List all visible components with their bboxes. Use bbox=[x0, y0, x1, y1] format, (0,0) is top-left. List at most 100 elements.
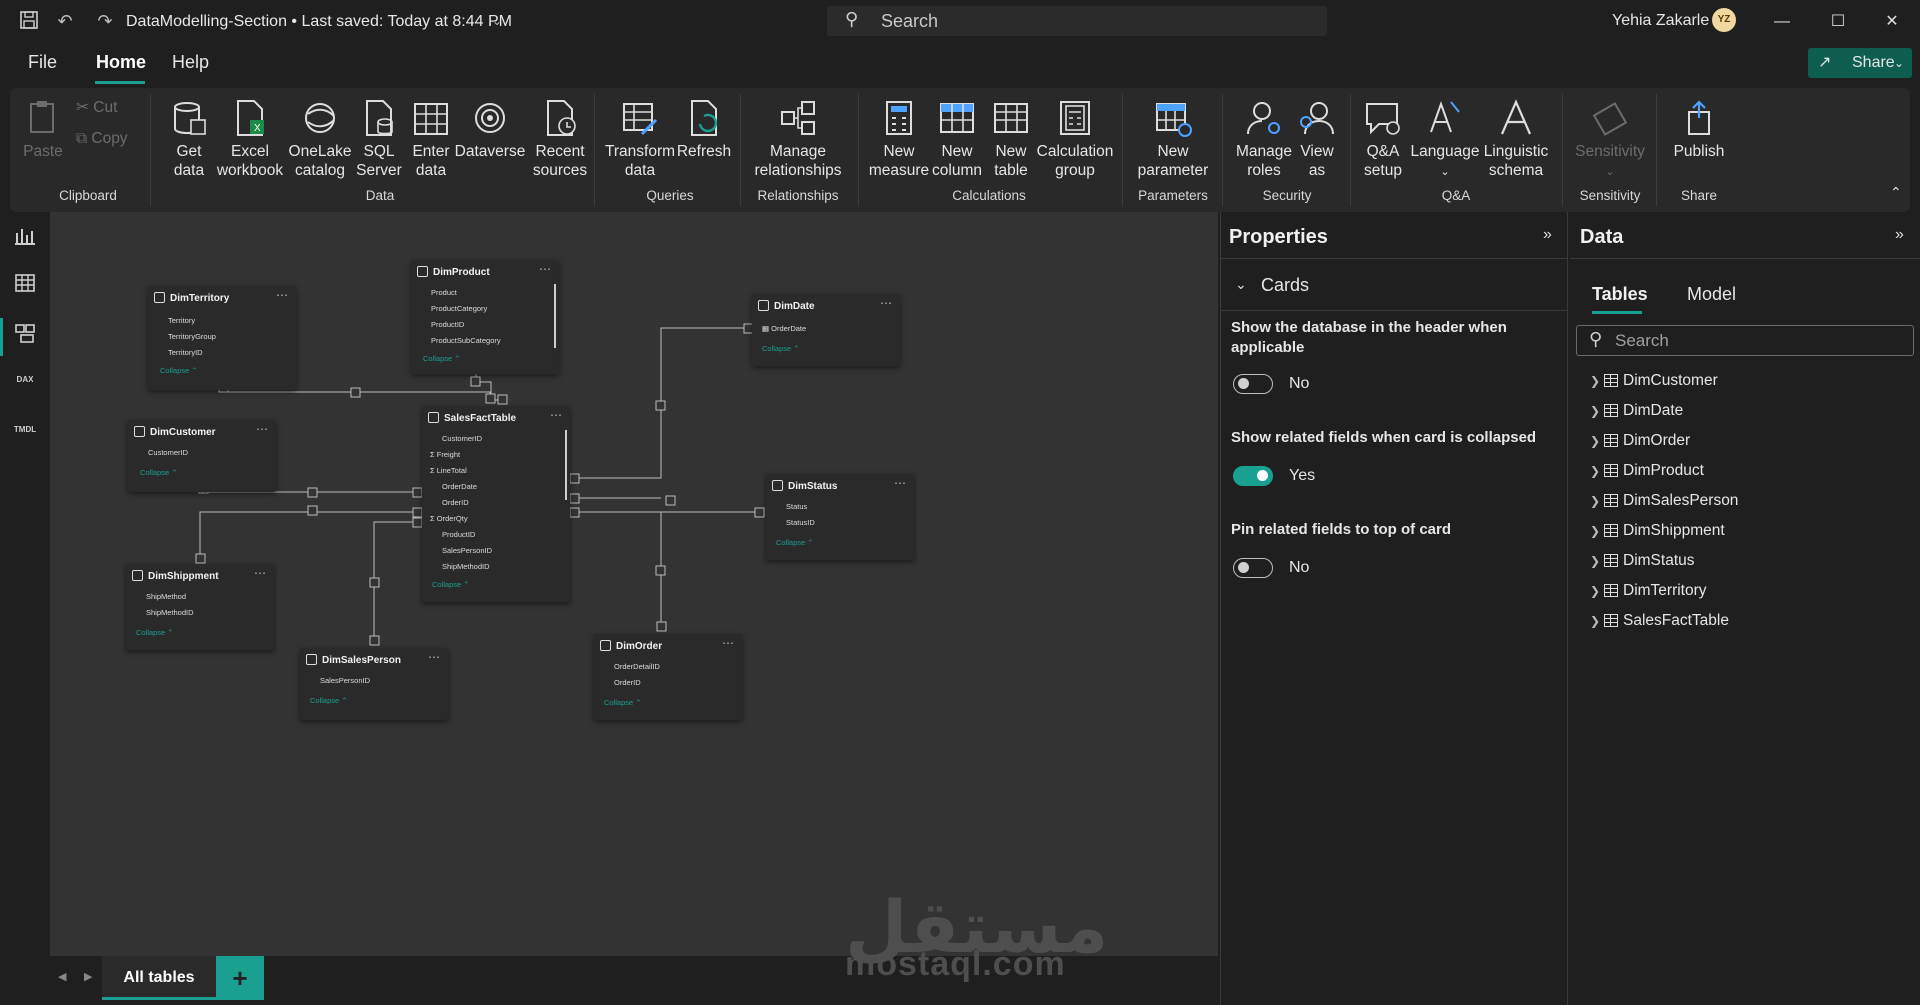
minimize-icon[interactable]: — bbox=[1767, 8, 1797, 36]
sql-server-button[interactable]: SQL Server bbox=[354, 98, 404, 180]
more-options-icon[interactable]: ⋯ bbox=[550, 408, 562, 422]
field[interactable]: ShipMethodID bbox=[442, 562, 490, 571]
table-card-dimcustomer[interactable]: DimCustomer ⋯ CustomerID Collapse ⌃ bbox=[128, 420, 276, 492]
collapse-ribbon-icon[interactable]: ⌃ bbox=[1890, 184, 1902, 201]
field[interactable]: OrderID bbox=[442, 498, 469, 507]
collapse-link[interactable]: Collapse ⌃ bbox=[776, 538, 814, 547]
field[interactable]: ProductID bbox=[431, 320, 464, 329]
table-item[interactable]: ❯ DimSalesPerson bbox=[1590, 492, 1738, 510]
maximize-icon[interactable]: ☐ bbox=[1823, 8, 1853, 36]
search-input[interactable]: ⚲ Search bbox=[827, 6, 1327, 36]
avatar[interactable]: YZ bbox=[1712, 8, 1736, 32]
share-button[interactable]: ↗ Share ⌄ bbox=[1808, 48, 1912, 78]
table-card-dimorder[interactable]: DimOrder ⋯ OrderDetailID OrderID Collaps… bbox=[594, 634, 742, 720]
collapse-link[interactable]: Collapse ⌃ bbox=[136, 628, 174, 637]
table-card-dimshippment[interactable]: DimShippment ⋯ ShipMethod ShipMethodID C… bbox=[126, 564, 274, 650]
menu-help[interactable]: Help bbox=[172, 52, 209, 73]
field[interactable]: CustomerID bbox=[442, 434, 482, 443]
chevron-down-icon[interactable]: ⌄ bbox=[1235, 276, 1247, 293]
add-layout-button[interactable]: + bbox=[216, 956, 264, 1000]
field[interactable]: SalesPersonID bbox=[442, 546, 492, 555]
cut-button[interactable]: ✂ Cut bbox=[76, 98, 117, 117]
field[interactable]: OrderDate bbox=[442, 482, 477, 491]
data-search-input[interactable]: ⚲ Search bbox=[1576, 325, 1914, 356]
field[interactable]: SalesPersonID bbox=[320, 676, 370, 685]
paste-button[interactable]: Paste bbox=[18, 98, 68, 161]
field[interactable]: CustomerID bbox=[148, 448, 188, 457]
field[interactable]: StatusID bbox=[786, 518, 815, 527]
table-item[interactable]: ❯ SalesFactTable bbox=[1590, 612, 1729, 630]
collapse-pane-icon[interactable]: » bbox=[1543, 226, 1552, 244]
calculation-group-button[interactable]: Calculation group bbox=[1032, 98, 1118, 180]
collapse-pane-icon[interactable]: » bbox=[1895, 226, 1904, 244]
field[interactable]: Product bbox=[431, 288, 457, 297]
excel-workbook-button[interactable]: X Excel workbook bbox=[210, 98, 290, 180]
field[interactable]: OrderID bbox=[614, 678, 641, 687]
tab-tables[interactable]: Tables bbox=[1592, 284, 1648, 305]
copy-button[interactable]: ⧉ Copy bbox=[76, 129, 128, 148]
field[interactable]: TerritoryGroup bbox=[168, 332, 216, 341]
table-card-dimproduct[interactable]: DimProduct ⋯ Product ProductCategory Pro… bbox=[411, 260, 559, 374]
field[interactable]: ProductCategory bbox=[431, 304, 487, 313]
table-card-dimterritory[interactable]: DimTerritory ⋯ Territory TerritoryGroup … bbox=[148, 286, 296, 390]
undo-icon[interactable]: ↶ bbox=[54, 10, 76, 32]
cards-section-header[interactable]: Cards bbox=[1261, 275, 1309, 296]
manage-roles-button[interactable]: Manage roles bbox=[1232, 98, 1296, 180]
refresh-button[interactable]: Refresh bbox=[674, 98, 734, 161]
onelake-catalog-button[interactable]: OneLake catalog bbox=[280, 98, 360, 180]
more-options-icon[interactable]: ⋯ bbox=[256, 422, 268, 436]
dataverse-button[interactable]: Dataverse bbox=[450, 98, 530, 161]
collapse-link[interactable]: Collapse ⌃ bbox=[604, 698, 642, 707]
field[interactable]: Status bbox=[786, 502, 807, 511]
table-card-dimstatus[interactable]: DimStatus ⋯ Status StatusID Collapse ⌃ bbox=[766, 474, 914, 560]
field[interactable]: Σ OrderQty bbox=[430, 514, 468, 523]
linguistic-schema-button[interactable]: Linguistic schema bbox=[1476, 98, 1556, 180]
field[interactable]: ShipMethodID bbox=[146, 608, 194, 617]
sensitivity-button[interactable]: Sensitivity ⌄ bbox=[1570, 98, 1650, 182]
menu-file[interactable]: File bbox=[28, 52, 57, 73]
enter-data-button[interactable]: Enter data bbox=[406, 98, 456, 180]
collapse-link[interactable]: Collapse ⌃ bbox=[310, 696, 348, 705]
language-button[interactable]: Language ⌄ bbox=[1410, 98, 1480, 182]
manage-relationships-button[interactable]: Manage relationships bbox=[748, 98, 848, 180]
table-view-icon[interactable] bbox=[12, 272, 38, 298]
model-view-icon[interactable] bbox=[12, 322, 38, 348]
field[interactable]: ProductSubCategory bbox=[431, 336, 501, 345]
table-item[interactable]: ❯ DimStatus bbox=[1590, 552, 1695, 570]
collapse-link[interactable]: Collapse ⌃ bbox=[432, 580, 470, 589]
scroll-left-icon[interactable]: ◀ bbox=[58, 970, 66, 983]
table-item[interactable]: ❯ DimProduct bbox=[1590, 462, 1704, 480]
new-parameter-button[interactable]: New parameter bbox=[1126, 98, 1220, 180]
report-view-icon[interactable] bbox=[12, 224, 38, 250]
more-options-icon[interactable]: ⋯ bbox=[539, 262, 551, 276]
table-card-salesfacttable[interactable]: SalesFactTable ⋯ CustomerID Σ Freight Σ … bbox=[422, 406, 570, 602]
field[interactable]: ShipMethod bbox=[146, 592, 186, 601]
field[interactable]: Σ Freight bbox=[430, 450, 460, 459]
user-name[interactable]: Yehia Zakarle bbox=[1612, 12, 1709, 30]
more-options-icon[interactable]: ⋯ bbox=[254, 566, 266, 580]
table-card-dimsalesperson[interactable]: DimSalesPerson ⋯ SalesPersonID Collapse … bbox=[300, 648, 448, 720]
table-item[interactable]: ❯ DimDate bbox=[1590, 402, 1683, 420]
field[interactable]: OrderDetailID bbox=[614, 662, 660, 671]
collapse-link[interactable]: Collapse ⌃ bbox=[423, 354, 461, 363]
table-item[interactable]: ❯ DimOrder bbox=[1590, 432, 1690, 450]
tab-model[interactable]: Model bbox=[1687, 284, 1736, 305]
toggle-show-database[interactable] bbox=[1233, 374, 1273, 394]
more-options-icon[interactable]: ⋯ bbox=[428, 650, 440, 664]
chevron-down-icon[interactable]: ⌄ bbox=[486, 10, 508, 32]
qa-setup-button[interactable]: Q&A setup bbox=[1356, 98, 1410, 180]
table-item[interactable]: ❯ DimShippment bbox=[1590, 522, 1725, 540]
save-icon[interactable] bbox=[18, 10, 40, 32]
field[interactable]: ▦ OrderDate bbox=[762, 324, 806, 333]
field[interactable]: TerritoryID bbox=[168, 348, 203, 357]
toggle-pin-related-fields[interactable] bbox=[1233, 558, 1273, 578]
collapse-link[interactable]: Collapse ⌃ bbox=[762, 344, 800, 353]
recent-sources-button[interactable]: Recent sources bbox=[520, 98, 600, 180]
tmdl-view-icon[interactable]: TMDL bbox=[12, 424, 38, 450]
table-item[interactable]: ❯ DimCustomer bbox=[1590, 372, 1718, 390]
redo-icon[interactable]: ↷ bbox=[94, 10, 116, 32]
toggle-show-related-fields[interactable] bbox=[1233, 466, 1273, 486]
view-as-button[interactable]: View as bbox=[1292, 98, 1342, 180]
scrollbar[interactable] bbox=[565, 430, 567, 500]
collapse-link[interactable]: Collapse ⌃ bbox=[140, 468, 178, 477]
